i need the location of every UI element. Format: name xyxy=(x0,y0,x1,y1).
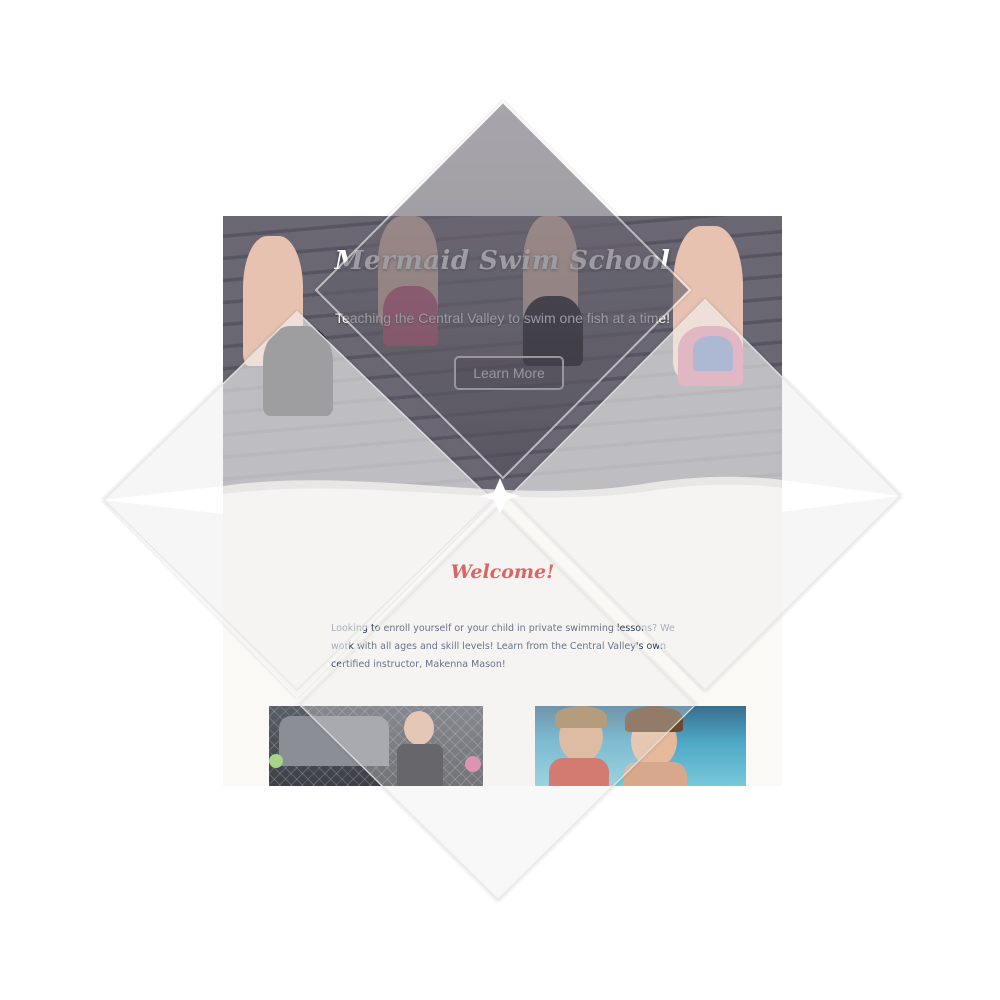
site-title: Mermaid Swim School xyxy=(334,246,671,276)
hero-wave-divider xyxy=(223,476,782,506)
instructor-photo-right xyxy=(535,706,746,786)
learn-more-button[interactable]: Learn More xyxy=(454,356,564,390)
welcome-heading: Welcome! xyxy=(450,561,555,583)
collage-stage: Mermaid Swim School Teaching the Central… xyxy=(0,0,1000,1000)
welcome-body: Looking to enroll yourself or your child… xyxy=(331,623,675,670)
left-edge-cut xyxy=(104,486,223,514)
hero-section: Mermaid Swim School Teaching the Central… xyxy=(223,216,782,506)
website-page: Mermaid Swim School Teaching the Central… xyxy=(223,216,782,786)
hero-subtitle: Teaching the Central Valley to swim one … xyxy=(334,310,671,326)
right-edge-cut xyxy=(782,480,900,512)
instructor-photo-left xyxy=(269,706,483,786)
